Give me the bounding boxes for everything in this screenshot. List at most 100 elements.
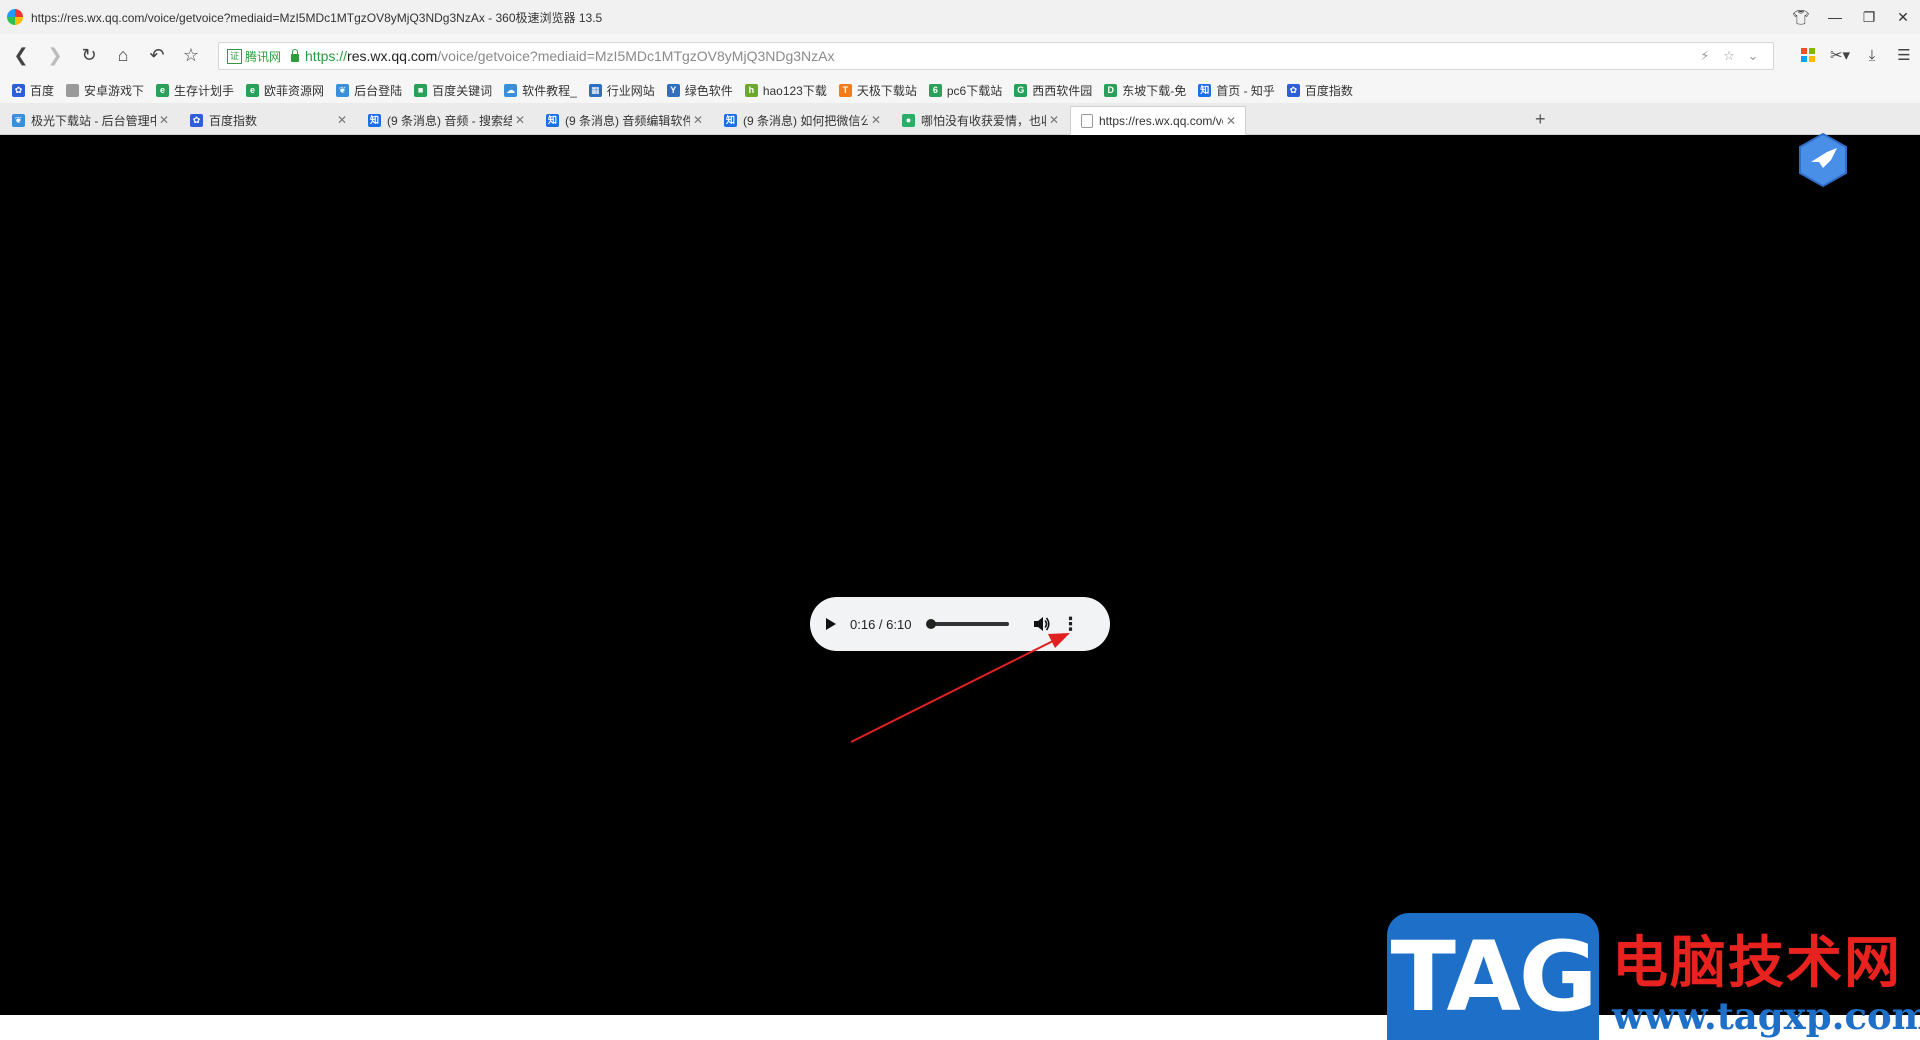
bookmarks-bar: ✿ 百度 安卓游戏下 e 生存计划手 e 欧菲资源网 ❦ 后台登陆 ■ 百度关键词 ☁ 软件教程_ ▦ 行业…	[0, 77, 1920, 103]
home-icon[interactable]: ⌂	[106, 39, 140, 73]
bookmark-item[interactable]: Y 绿色软件	[663, 77, 737, 103]
bookmark-label: 首页 - 知乎	[1216, 83, 1275, 98]
bookmark-item[interactable]: e 生存计划手	[152, 77, 238, 103]
download-icon[interactable]: ⤓	[1856, 38, 1888, 72]
bookmark-label: 西西软件园	[1032, 83, 1093, 98]
lock-icon[interactable]	[291, 48, 300, 62]
reload-icon[interactable]: ↻	[72, 39, 106, 73]
g-mark-icon: G	[1014, 83, 1028, 97]
bookmark-label: hao123下载	[762, 83, 827, 98]
site-verified-badge[interactable]: 证 腾讯网	[227, 48, 281, 65]
bookmark-label: 后台登陆	[354, 83, 403, 98]
bookmark-label: 绿色软件	[684, 83, 733, 98]
address-bar[interactable]: 证 腾讯网 https://res.wx.qq.com/voice/getvoi…	[218, 42, 1774, 70]
page-icon	[1081, 113, 1093, 128]
zhihu-icon: 知	[1198, 83, 1212, 97]
tab[interactable]: ❦ 极光下载站 - 后台管理中心✕	[2, 106, 178, 134]
tab[interactable]: 知 (9 条消息) 音频编辑软件 - 知✕	[536, 106, 712, 134]
tab-close-icon[interactable]: ✕	[690, 113, 706, 127]
page-content	[0, 135, 1920, 1015]
zhihu-icon: 知	[724, 113, 737, 127]
window-controls: 👕︎ — ❐ ✕	[1784, 0, 1920, 34]
zhihu-icon: 知	[368, 113, 381, 127]
cloud-icon: ☁	[504, 83, 518, 97]
volume-icon[interactable]	[1033, 616, 1051, 632]
bookmark-label: 行业网站	[606, 83, 655, 98]
window-title: https://res.wx.qq.com/voice/getvoice?med…	[31, 10, 603, 25]
watermark-site-name: 电脑技术网	[1612, 931, 1902, 996]
bookmark-item[interactable]: ✿ 百度	[8, 77, 58, 103]
url-path: /voice/getvoice?mediaid=MzI5MDc1MTgzOV8y…	[437, 48, 835, 64]
tab-close-icon[interactable]: ✕	[1046, 113, 1062, 127]
tab-label: 极光下载站 - 后台管理中心	[31, 113, 156, 128]
bookmark-item[interactable]: D 东坡下载-免	[1100, 77, 1190, 103]
baidu-paw-icon: ✿	[12, 83, 25, 97]
menu-icon[interactable]: ☰	[1888, 38, 1920, 72]
bookmark-item[interactable]: 知首页 - 知乎	[1194, 77, 1279, 103]
bookmark-item[interactable]: T 天极下载站	[835, 77, 921, 103]
url-text[interactable]: https://res.wx.qq.com/voice/getvoice?med…	[305, 48, 834, 64]
wechat-icon: ●	[902, 113, 915, 127]
bookmark-item[interactable]: G 西西软件园	[1010, 77, 1096, 103]
bookmark-label: 欧菲资源网	[264, 83, 325, 98]
floating-bird-icon[interactable]	[1797, 132, 1849, 188]
e-circle-icon: e	[246, 83, 260, 97]
navigation-bar: ❮ ❯ ↻ ⌂ ↶ ☆ 证 腾讯网 https://res.wx.qq.com/…	[0, 34, 1920, 77]
bookmark-label: 百度	[30, 83, 55, 98]
apps-grid-icon[interactable]	[1792, 38, 1824, 72]
bookmark-item[interactable]: h hao123下载	[741, 77, 831, 103]
bookmark-item[interactable]: 安卓游戏下	[62, 77, 148, 103]
tab-close-icon[interactable]: ✕	[334, 113, 350, 127]
tianji-icon: T	[838, 83, 852, 97]
minimize-icon[interactable]: —	[1818, 0, 1852, 34]
tab-active[interactable]: https://res.wx.qq.com/vc ✕	[1070, 106, 1246, 135]
favorite-star-icon[interactable]: ☆	[174, 39, 208, 73]
tab-label: (9 条消息) 音频编辑软件 - 知	[565, 113, 690, 128]
back-icon[interactable]: ❮	[4, 39, 38, 73]
play-icon[interactable]	[826, 618, 836, 630]
bookmark-item[interactable]: ✿ 百度指数	[1283, 77, 1357, 103]
verified-icon: 证	[227, 48, 242, 64]
leaf-icon: ❦	[12, 113, 25, 127]
url-scheme: https://	[305, 48, 348, 64]
bookmark-item[interactable]: e 欧菲资源网	[242, 77, 328, 103]
audio-progress-slider[interactable]	[925, 619, 1010, 629]
leaf-icon: ❦	[336, 83, 350, 97]
forward-icon[interactable]: ❯	[38, 39, 72, 73]
bookmark-label: 生存计划手	[174, 83, 235, 98]
tab[interactable]: ✿ 百度指数 ✕	[180, 106, 356, 134]
scissors-icon[interactable]: ✂▾	[1824, 38, 1856, 72]
bookmark-item[interactable]: 6 pc6下载站	[925, 77, 1006, 103]
tab-close-icon[interactable]: ✕	[1223, 114, 1239, 128]
undo-close-tab-icon[interactable]: ↶	[140, 39, 174, 73]
skin-icon[interactable]: 👕︎	[1784, 0, 1818, 34]
restore-icon[interactable]: ❐	[1852, 0, 1886, 34]
tab-close-icon[interactable]: ✕	[512, 113, 528, 127]
tab[interactable]: ● 哪怕没有收获爱情，也收获✕	[892, 106, 1068, 134]
baidu-paw-icon: ✿	[190, 113, 203, 127]
audio-progress-thumb[interactable]	[925, 619, 936, 629]
watermark-site-url: www.tagxp.com	[1612, 994, 1920, 1038]
bookmark-item[interactable]: ▦ 行业网站	[585, 77, 659, 103]
square-icon: ■	[414, 83, 428, 97]
bookmark-item[interactable]: ☁ 软件教程_	[500, 77, 581, 103]
page-icon	[66, 83, 80, 97]
bookmark-label: 软件教程_	[522, 83, 577, 98]
tab-label: 哪怕没有收获爱情，也收获	[921, 113, 1046, 128]
more-options-icon[interactable]: ⋮	[1061, 615, 1079, 633]
bookmark-label: 东坡下载-免	[1122, 83, 1187, 98]
new-tab-icon[interactable]: +	[1535, 109, 1546, 130]
tab-close-icon[interactable]: ✕	[868, 113, 884, 127]
tab-close-icon[interactable]: ✕	[156, 113, 172, 127]
dropdown-chevron-icon[interactable]: ⌄	[1741, 48, 1765, 64]
y-mark-icon: Y	[666, 83, 680, 97]
bookmark-item[interactable]: ■ 百度关键词	[410, 77, 496, 103]
speed-mode-icon[interactable]: ⚡︎	[1693, 48, 1717, 64]
tab[interactable]: 知 (9 条消息) 如何把微信公共号✕	[714, 106, 890, 134]
close-icon[interactable]: ✕	[1886, 0, 1920, 34]
tab[interactable]: 知 (9 条消息) 音频 - 搜索结果 -✕	[358, 106, 534, 134]
bookmark-star-icon[interactable]: ☆	[1717, 48, 1741, 64]
toolbar-right: ✂▾ ⤓ ☰	[1792, 38, 1920, 72]
bookmark-item[interactable]: ❦ 后台登陆	[332, 77, 406, 103]
bookmark-label: 百度关键词	[432, 83, 493, 98]
